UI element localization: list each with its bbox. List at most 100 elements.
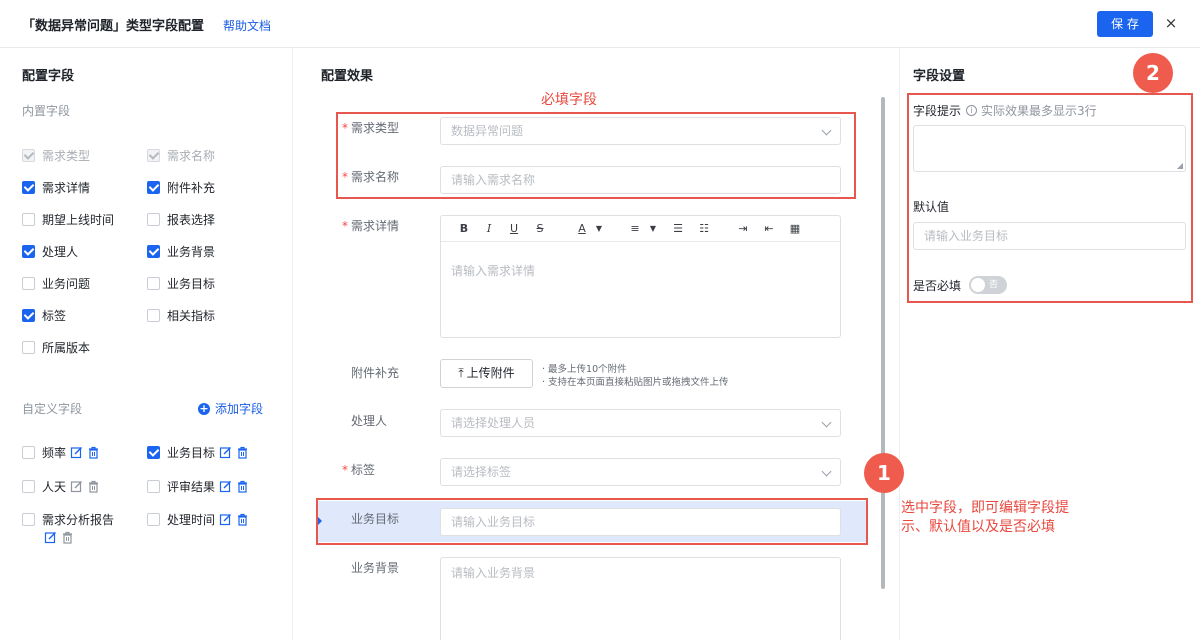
tag-select[interactable]: 请选择标签 — [440, 458, 841, 486]
field-checkbox-label: 需求名称 — [167, 148, 216, 163]
handler-select[interactable]: 请选择处理人员 — [440, 409, 841, 437]
field-label-type: * 需求类型 — [342, 121, 400, 135]
field-checkbox-label: 业务目标 — [167, 276, 216, 291]
field-checkbox-label: 标签 — [42, 308, 67, 323]
custom-field-checkbox[interactable]: 频率 — [22, 444, 100, 460]
builtin-field-checkbox[interactable]: 附件补充 — [147, 179, 215, 195]
preview-scrollbar[interactable] — [881, 97, 885, 589]
attach-hint-2: · 支持在本页面直接粘贴图片或拖拽文件上传 — [542, 377, 729, 388]
trash-icon[interactable] — [236, 446, 249, 459]
builtin-field-checkbox[interactable]: 相关指标 — [147, 307, 215, 323]
custom-field-checkbox[interactable]: 业务目标 — [147, 444, 249, 460]
field-checkbox-label: 报表选择 — [167, 212, 216, 227]
outdent-icon[interactable]: ⇤ — [761, 221, 777, 237]
builtin-field-checkbox[interactable]: 处理人 — [22, 243, 78, 259]
trash-icon[interactable] — [236, 480, 249, 493]
edit-icon[interactable] — [70, 446, 83, 459]
required-fields-annotation: 必填字段 — [541, 92, 597, 108]
checkbox-icon — [22, 244, 35, 258]
field-label-handler: 处理人 — [351, 414, 388, 428]
builtin-field-checkbox[interactable]: 业务问题 — [22, 275, 90, 291]
edit-icon[interactable] — [70, 480, 83, 493]
builtin-field-checkbox[interactable]: 标签 — [22, 307, 66, 323]
hint-label: 字段提示 — [913, 104, 962, 118]
hint-note: 实际效果最多显示3行 — [981, 104, 1097, 118]
dialog-title: 「数据异常问题」类型字段配置 — [22, 19, 205, 34]
font-color-icon[interactable]: A — [574, 221, 590, 237]
builtin-field-checkbox[interactable]: 所属版本 — [22, 339, 90, 355]
trash-icon[interactable] — [87, 446, 100, 459]
dialog-header: 「数据异常问题」类型字段配置 帮助文档 保 存 × — [0, 0, 1200, 48]
field-checkbox-label: 业务背景 — [167, 244, 216, 259]
field-checkbox-label: 人天 — [42, 479, 67, 494]
hint-textarea[interactable]: ◢ — [913, 125, 1186, 172]
builtin-field-checkbox[interactable]: 报表选择 — [147, 211, 215, 227]
type-select[interactable]: 数据异常问题 — [440, 117, 841, 145]
bullet-list-icon[interactable]: ☰ — [670, 221, 686, 237]
attach-hint-1: · 最多上传10个附件 — [542, 364, 627, 375]
plus-icon: + — [198, 401, 210, 415]
edit-icon[interactable] — [219, 513, 232, 526]
default-value-input[interactable]: 请输入业务目标 — [913, 222, 1186, 250]
custom-field-checkbox[interactable]: 评审结果 — [147, 478, 249, 494]
custom-field-checkbox[interactable]: 人天 — [22, 478, 100, 494]
custom-fields-label: 自定义字段 — [22, 402, 83, 416]
divider-right — [899, 48, 900, 640]
field-label-attach: 附件补充 — [351, 366, 400, 380]
indent-icon[interactable]: ⇥ — [735, 221, 751, 237]
background-textarea[interactable]: 请输入业务背景 — [440, 557, 841, 640]
checkbox-icon — [147, 479, 160, 493]
field-checkbox-label: 频率 — [42, 445, 67, 460]
detail-rich-editor[interactable]: B I U S A ▼ ≡ ▼ ☰ ☷ ⇥ ⇤ ▦ 请输入需求详情 — [440, 215, 841, 338]
checkbox-icon — [147, 308, 160, 322]
save-button[interactable]: 保 存 — [1097, 11, 1153, 37]
bold-icon[interactable]: B — [456, 221, 472, 237]
edit-icon[interactable] — [219, 480, 232, 493]
checkbox-icon — [147, 180, 160, 194]
config-preview-title: 配置效果 — [321, 69, 374, 84]
name-input[interactable]: 请输入需求名称 — [440, 166, 841, 194]
resize-handle-icon[interactable]: ◢ — [1177, 161, 1183, 170]
builtin-field-checkbox[interactable]: 需求详情 — [22, 179, 90, 195]
field-checkbox-label: 需求详情 — [42, 180, 91, 195]
underline-icon[interactable]: U — [506, 221, 522, 237]
edit-icon[interactable] — [219, 446, 232, 459]
builtin-field-checkbox[interactable]: 业务目标 — [147, 275, 215, 291]
table-icon[interactable]: ▦ — [787, 221, 803, 237]
edit-icon[interactable] — [44, 531, 57, 544]
checkbox-icon — [22, 512, 35, 526]
upload-attachment-button[interactable]: ⤒ 上传附件 — [440, 359, 533, 388]
field-checkbox-label: 期望上线时间 — [42, 212, 115, 227]
close-icon[interactable]: × — [1163, 13, 1179, 33]
align-icon[interactable]: ≡ — [627, 221, 643, 237]
annotation-badge-2: 2 — [1133, 53, 1173, 93]
align-dropdown-icon[interactable]: ▼ — [645, 221, 661, 237]
required-toggle[interactable]: 否 — [969, 276, 1007, 294]
checkbox-icon — [22, 308, 35, 322]
trash-icon[interactable] — [87, 480, 100, 493]
field-checkbox-label: 处理时间 — [167, 512, 216, 527]
custom-field-checkbox[interactable]: 处理时间 — [147, 511, 249, 527]
default-value-label: 默认值 — [913, 200, 950, 214]
trash-icon[interactable] — [236, 513, 249, 526]
checkbox-icon — [147, 212, 160, 226]
ordered-list-icon[interactable]: ☷ — [696, 221, 712, 237]
info-icon: i — [966, 105, 978, 116]
checkbox-icon — [147, 244, 160, 258]
font-color-dropdown-icon[interactable]: ▼ — [591, 221, 607, 237]
builtin-fields-label: 内置字段 — [22, 104, 71, 118]
custom-field-checkbox[interactable]: 需求分析报告 — [22, 511, 114, 527]
checkbox-icon — [22, 212, 35, 226]
builtin-field-checkbox[interactable]: 期望上线时间 — [22, 211, 114, 227]
checkbox-icon — [22, 148, 35, 162]
help-doc-link[interactable]: 帮助文档 — [223, 17, 271, 34]
italic-icon[interactable]: I — [481, 221, 497, 237]
config-fields-title: 配置字段 — [22, 69, 75, 84]
required-toggle-label: 是否必填 — [913, 279, 962, 293]
strikethrough-icon[interactable]: S — [532, 221, 548, 237]
field-checkbox-label: 评审结果 — [167, 479, 216, 494]
builtin-field-checkbox[interactable]: 业务背景 — [147, 243, 215, 259]
trash-icon[interactable] — [61, 531, 74, 544]
field-label-background: 业务背景 — [351, 561, 400, 575]
add-field-button[interactable]: + 添加字段 — [198, 400, 263, 417]
